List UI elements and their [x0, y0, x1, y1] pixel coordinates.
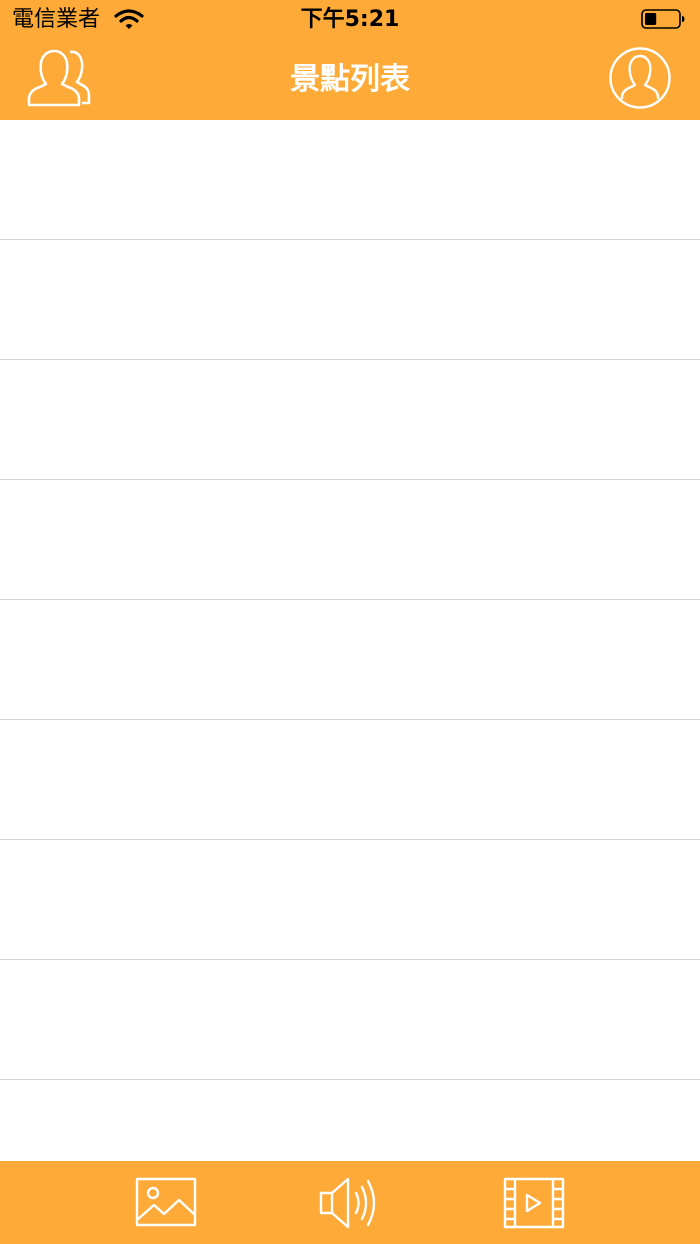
list-item[interactable]: [0, 720, 700, 840]
list-item[interactable]: [0, 120, 700, 240]
list-item[interactable]: [0, 840, 700, 960]
tab-bar: [0, 1161, 700, 1244]
list-item[interactable]: [0, 360, 700, 480]
list-item[interactable]: [0, 240, 700, 360]
tab-audio[interactable]: [318, 1175, 382, 1231]
speaker-icon: [319, 1177, 376, 1229]
status-time: 下午5:21: [300, 7, 400, 32]
list-item[interactable]: [0, 960, 700, 1080]
page-title: 景點列表: [290, 62, 410, 97]
list-item[interactable]: [0, 480, 700, 600]
tab-video[interactable]: [502, 1175, 566, 1231]
battery-icon: [641, 9, 685, 29]
user-profile-icon: [609, 47, 671, 109]
image-icon: [135, 1177, 197, 1227]
video-icon: [503, 1177, 565, 1229]
list-item[interactable]: [0, 600, 700, 720]
profile-button[interactable]: [608, 46, 672, 110]
navigation-bar: 景點列表: [0, 40, 700, 120]
attraction-list[interactable]: [0, 120, 700, 1161]
tab-image[interactable]: [134, 1175, 198, 1231]
list-item[interactable]: [0, 1080, 700, 1161]
status-bar: 電信業者 下午5:21: [0, 0, 700, 40]
